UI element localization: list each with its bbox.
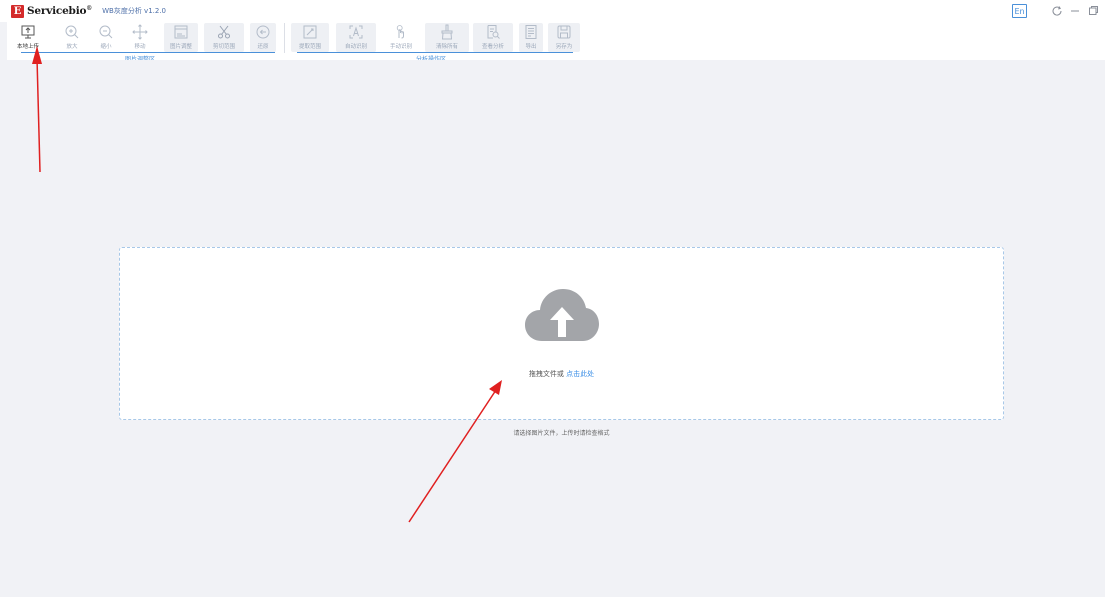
move-label: 移动 — [134, 44, 146, 50]
clear-all-button[interactable]: 清除所有 — [425, 23, 469, 52]
image-adjust-icon — [171, 23, 191, 41]
image-adjust-button[interactable]: 图片调整 — [164, 23, 198, 52]
dropzone-text: 拖拽文件或 点击此处 — [120, 369, 1003, 379]
auto-detect-button[interactable]: 自动识别 — [336, 23, 376, 52]
view-analysis-label: 查看分析 — [481, 44, 504, 50]
zoom-out-icon — [96, 23, 116, 41]
drop-instruction: 拖拽文件或 — [528, 370, 564, 378]
export-label: 导出 — [525, 44, 537, 50]
maximize-icon[interactable] — [1085, 3, 1101, 19]
click-here-link[interactable]: 点击此处 — [566, 370, 594, 378]
format-hint: 请选择图片文件，上传时请检查格式 — [513, 430, 610, 437]
image-adjust-group-line — [21, 52, 275, 53]
upload-dropzone[interactable]: 拖拽文件或 点击此处 — [119, 247, 1004, 420]
language-toggle-button[interactable]: En — [1012, 4, 1027, 18]
upload-icon — [18, 23, 38, 41]
local-upload-button[interactable]: 本地上传 — [15, 23, 41, 52]
title-bar: E Servicebio® WB灰度分析 v1.2.0 En — [0, 0, 1105, 22]
save-as-label: 另存为 — [555, 44, 573, 50]
app-version: WB灰度分析 v1.2.0 — [102, 7, 167, 15]
image-adjust-label: 图片调整 — [169, 44, 192, 50]
move-icon — [130, 23, 150, 41]
clear-all-label: 清除所有 — [435, 44, 458, 50]
zoom-in-label: 放大 — [66, 44, 78, 50]
toolbar: 本地上传 放大 缩小 移动 图片调整 剪切范围 还原 提取范围 自动识别 手动识… — [7, 22, 1105, 63]
auto-detect-label: 自动识别 — [344, 44, 367, 50]
restore-button[interactable]: 还原 — [250, 23, 276, 52]
export-button[interactable]: 导出 — [519, 23, 543, 52]
extract-icon — [300, 23, 320, 41]
local-upload-label: 本地上传 — [16, 44, 39, 50]
view-analysis-icon — [483, 23, 503, 41]
zoom-out-button[interactable]: 缩小 — [95, 23, 117, 52]
clear-all-icon — [437, 23, 457, 41]
minimize-icon[interactable] — [1067, 3, 1083, 19]
crop-range-button[interactable]: 剪切范围 — [204, 23, 244, 52]
crop-range-label: 剪切范围 — [212, 44, 235, 50]
export-icon — [521, 23, 541, 41]
auto-detect-icon — [346, 23, 366, 41]
analysis-ops-group-line — [297, 52, 573, 53]
toolbar-divider — [284, 23, 285, 53]
scissors-icon — [214, 23, 234, 41]
restore-icon — [253, 23, 273, 41]
move-button[interactable]: 移动 — [129, 23, 151, 52]
save-as-icon — [554, 23, 574, 41]
restore-label: 还原 — [257, 44, 269, 50]
refresh-icon[interactable] — [1049, 3, 1065, 19]
cloud-upload-icon — [524, 285, 600, 347]
zoom-in-icon — [62, 23, 82, 41]
extract-range-label: 提取范围 — [298, 44, 321, 50]
zoom-in-button[interactable]: 放大 — [61, 23, 83, 52]
save-as-button[interactable]: 另存为 — [548, 23, 580, 52]
manual-detect-label: 手动识别 — [389, 44, 412, 50]
brand-logo-mark: E — [11, 4, 24, 18]
brand-name: Servicebio® — [27, 5, 93, 17]
manual-detect-button[interactable]: 手动识别 — [381, 23, 421, 52]
manual-detect-icon — [391, 23, 411, 41]
view-analysis-button[interactable]: 查看分析 — [473, 23, 513, 52]
brand-logo: E Servicebio® — [11, 4, 93, 18]
extract-range-button[interactable]: 提取范围 — [291, 23, 329, 52]
zoom-out-label: 缩小 — [100, 44, 112, 50]
